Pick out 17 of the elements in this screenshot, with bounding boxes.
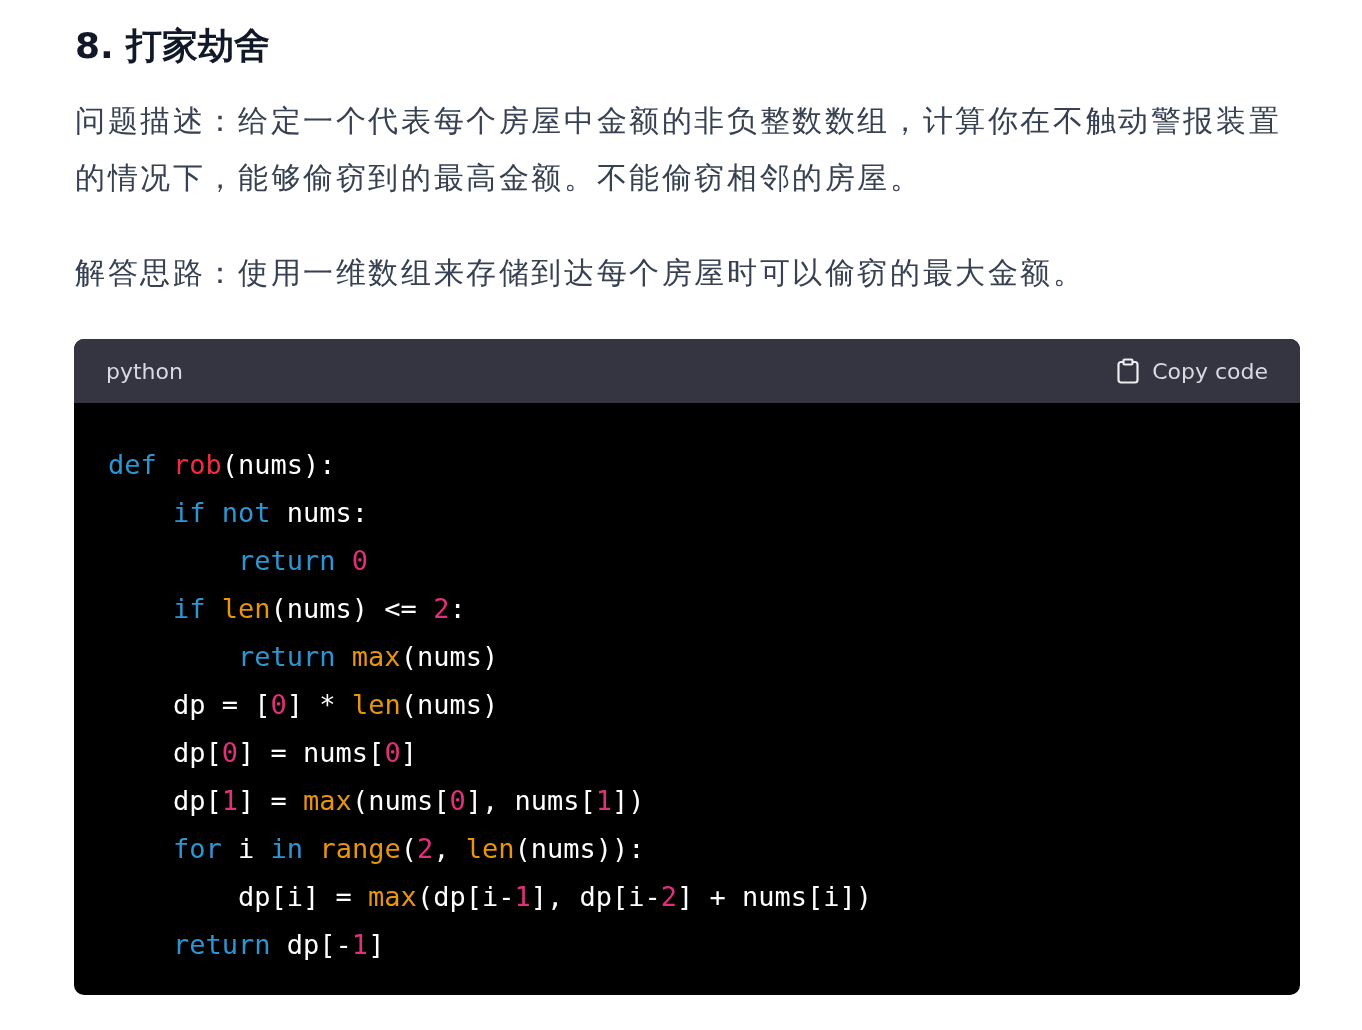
code-line: return 0: [238, 544, 369, 578]
code-line: if not nums:: [173, 496, 369, 530]
copy-code-button[interactable]: Copy code: [1116, 358, 1268, 384]
language-label: python: [106, 358, 183, 384]
code-line: def rob(nums):: [108, 448, 336, 482]
code-line: dp = [0] * len(nums): [173, 688, 499, 722]
code-line: for i in range(2, len(nums)):: [173, 832, 645, 866]
code-line: dp[0] = nums[0]: [173, 736, 417, 770]
code-line: dp[i] = max(dp[i-1], dp[i-2] + nums[i]): [238, 880, 873, 914]
paragraph: 解答思路：使用一维数组来存储到达每个房屋时可以偷窃的最大金额。: [75, 254, 1087, 292]
code-line: return max(nums): [238, 640, 499, 674]
paragraph: 问题描述：给定一个代表每个房屋中金额的非负整数数组，计算你在不触动警报装置的情况下，能够偷窃到的最高金额。不能偷窃相邻的房屋。: [75, 102, 1283, 197]
code-line: dp[1] = max(nums[0], nums[1]): [173, 784, 645, 818]
clipboard-icon: [1116, 358, 1141, 384]
code-line: return dp[-1]: [173, 928, 385, 962]
code-line: if len(nums) <= 2:: [173, 592, 466, 626]
section-heading: 8. 打家劫舍: [75, 24, 272, 68]
